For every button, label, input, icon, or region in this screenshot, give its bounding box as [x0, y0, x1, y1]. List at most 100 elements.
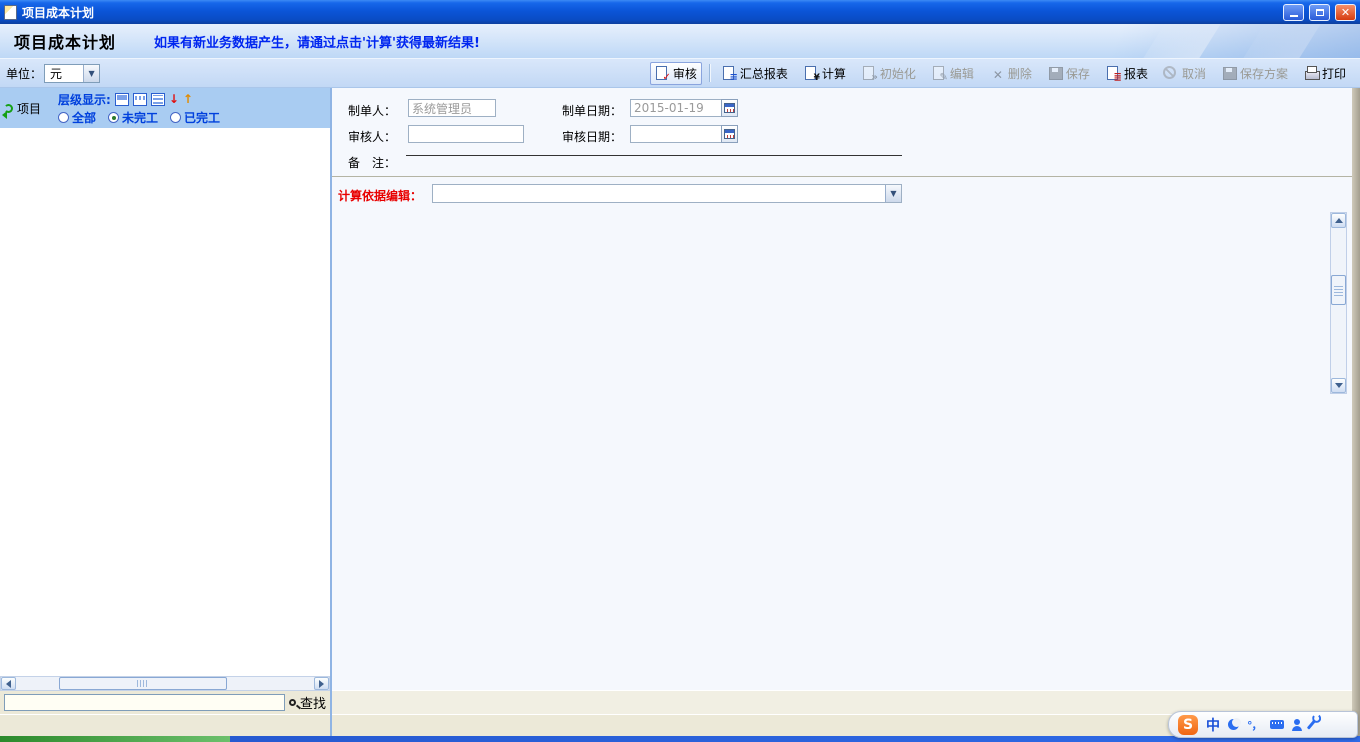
edit-icon: [932, 66, 946, 80]
scroll-up-button[interactable]: [1331, 213, 1346, 228]
calc-basis-label: 计算依据编辑：: [338, 187, 422, 204]
save-icon: [1048, 66, 1062, 80]
summary-report-icon: [722, 66, 736, 80]
start-button-edge[interactable]: [0, 736, 230, 742]
toolbar-button-label: 编辑: [950, 65, 974, 82]
toolbar-button-label: 汇总报表: [740, 65, 788, 82]
radio-icon: [58, 112, 69, 123]
header-band: 项目成本计划 如果有新业务数据产生，请通过点击'计算'获得最新结果!: [0, 24, 1360, 58]
delete-icon: [990, 66, 1004, 80]
level-display-row: 层级显示: ↓ ↑: [58, 90, 328, 108]
audit-icon: [655, 66, 669, 80]
toolbar-button-save: 保存: [1043, 62, 1095, 85]
status-filter-radios: 全部未完工 已完工: [58, 108, 328, 126]
sogou-logo-icon[interactable]: S: [1178, 715, 1198, 735]
window-titlebar: 项目成本计划 ✕: [0, 0, 1360, 24]
unit-selector: 单位： 元 ▼: [6, 64, 100, 83]
find-button[interactable]: 查找: [289, 693, 326, 712]
sidebar-title-area: 项目: [4, 90, 58, 126]
scrollbar-thumb[interactable]: [59, 677, 227, 690]
toolbar-button-label: 保存方案: [1240, 65, 1288, 82]
level-display-label: 层级显示:: [58, 91, 111, 108]
main-panel: 制单人： 制单日期： 审核人： 审核日期： 备 注： 计算依据编辑： ▼: [332, 88, 1352, 736]
toolbar-button-label: 计算: [822, 65, 846, 82]
scrollbar-thumb[interactable]: [1331, 275, 1346, 305]
project-sidebar: 项目 层级显示: ↓ ↑ 全部未完工 已完工 查找: [0, 88, 330, 736]
maker-label: 制单人：: [348, 102, 396, 119]
window-title: 项目成本计划: [22, 4, 94, 21]
status-radio[interactable]: 已完工: [170, 109, 220, 126]
radio-icon: [108, 112, 119, 123]
restore-icon: [1316, 9, 1324, 16]
tree-horizontal-scrollbar[interactable]: [0, 676, 330, 691]
maker-field[interactable]: [408, 99, 496, 117]
keyboard-icon[interactable]: [1270, 720, 1284, 729]
arrow-up-icon: [1335, 218, 1343, 223]
scroll-down-button[interactable]: [1331, 378, 1346, 393]
toolbar-button-edit: 编辑: [927, 62, 979, 85]
toolbar-button-label: 保存: [1066, 65, 1090, 82]
report-icon: [1106, 66, 1120, 80]
sort-descending-icon[interactable]: ↓: [169, 93, 179, 105]
remark-label: 备 注：: [348, 154, 396, 171]
save-plan-icon: [1222, 66, 1236, 80]
sidebar-header: 项目 层级显示: ↓ ↑ 全部未完工 已完工: [0, 88, 330, 128]
calculate-icon: [804, 66, 818, 80]
status-radio[interactable]: 全部: [58, 109, 96, 126]
punctuation-toggle-icon[interactable]: °，: [1247, 717, 1262, 733]
form-separator: [332, 176, 1352, 177]
process-grid-scrollbar[interactable]: [1330, 212, 1347, 394]
arrow-down-icon: [1335, 383, 1343, 388]
search-input[interactable]: [4, 694, 285, 711]
sidebar-controls: 层级显示: ↓ ↑ 全部未完工 已完工: [58, 90, 328, 126]
close-button[interactable]: ✕: [1335, 4, 1356, 21]
make-date-picker-button[interactable]: [721, 99, 738, 117]
toolbar-button-label: 初始化: [880, 65, 916, 82]
sidebar-tabs: [0, 714, 330, 736]
unit-value: 元: [50, 65, 62, 82]
scroll-right-button[interactable]: [314, 677, 329, 690]
chevron-down-icon[interactable]: ▼: [83, 65, 99, 82]
minimize-button[interactable]: [1283, 4, 1304, 21]
toolbar-button-label: 取消: [1182, 65, 1206, 82]
unit-label: 单位：: [6, 65, 42, 82]
project-tree: [0, 128, 330, 676]
sidebar-title: 项目: [17, 100, 41, 117]
auditor-label: 审核人：: [348, 128, 396, 145]
restore-button[interactable]: [1309, 4, 1330, 21]
ime-language-toggle[interactable]: 中: [1206, 715, 1220, 735]
chevron-down-icon[interactable]: ▼: [885, 185, 901, 202]
scroll-left-button[interactable]: [1, 677, 16, 690]
arrow-right-icon: [319, 680, 324, 688]
make-date-field[interactable]: [630, 99, 722, 117]
sort-ascending-icon[interactable]: ↑: [183, 93, 193, 105]
notice-text: 如果有新业务数据产生，请通过点击'计算'获得最新结果!: [154, 32, 480, 51]
remark-input[interactable]: [406, 140, 902, 156]
view-list-icon[interactable]: [151, 93, 165, 106]
header-decoration: [1240, 24, 1325, 58]
settings-wrench-icon[interactable]: [1306, 719, 1315, 729]
toolbar-button-audit[interactable]: 审核: [650, 62, 702, 85]
view-detail-icon[interactable]: [133, 93, 147, 106]
initialize-icon: [862, 66, 876, 80]
toolbar-button-print[interactable]: 打印: [1299, 62, 1351, 85]
app-window: { "window": {"title": "项目成本计划"}, "header…: [0, 0, 1360, 742]
unit-combobox[interactable]: 元 ▼: [44, 64, 100, 83]
view-mode-icon[interactable]: [115, 93, 129, 106]
refresh-icon[interactable]: [4, 104, 13, 113]
radio-label: 已完工: [184, 109, 220, 126]
toolbar-button-label: 审核: [673, 65, 697, 82]
toolbar-button-summary-report[interactable]: 汇总报表: [717, 62, 793, 85]
toolbar-button-report[interactable]: 报表: [1101, 62, 1153, 85]
cancel-icon: [1164, 66, 1178, 80]
user-icon[interactable]: [1292, 726, 1302, 731]
toolbar-button-label: 删除: [1008, 65, 1032, 82]
toolbar-button-label: 报表: [1124, 65, 1148, 82]
toolbar-button-calculate[interactable]: 计算: [799, 62, 851, 85]
calc-basis-combobox[interactable]: ▼: [432, 184, 902, 203]
minimize-icon: [1290, 15, 1298, 17]
status-radio[interactable]: 未完工: [108, 109, 158, 126]
toolbar-button-delete: 删除: [985, 62, 1037, 85]
app-icon: [4, 5, 17, 20]
moon-mode-icon[interactable]: [1228, 719, 1239, 730]
